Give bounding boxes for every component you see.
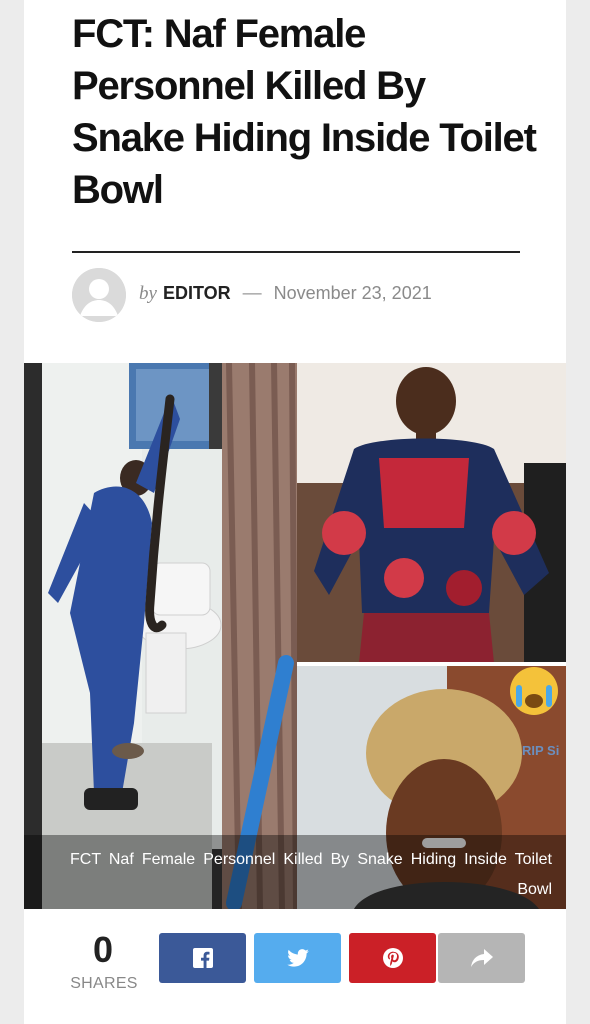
facebook-icon xyxy=(192,948,213,968)
share-count: 0 xyxy=(92,929,114,970)
publish-date: November 23, 2021 xyxy=(273,283,432,303)
title-divider xyxy=(72,251,520,253)
share-arrow-icon xyxy=(470,949,493,967)
byline-prefix: by xyxy=(139,283,157,304)
pinterest-share-button[interactable] xyxy=(349,933,436,983)
user-silhouette-icon xyxy=(72,268,126,322)
more-share-button[interactable] xyxy=(438,933,525,983)
featured-photo-collage: RIP Si xyxy=(24,363,566,909)
featured-image[interactable]: RIP Si FCT Naf Female Personnel Killed B… xyxy=(24,363,566,909)
byline: by EDITOR — November 23, 2021 xyxy=(139,283,432,305)
rip-overlay-text: RIP Si xyxy=(522,743,559,758)
share-count-label: SHARES xyxy=(70,975,138,992)
twitter-share-button[interactable] xyxy=(254,933,341,983)
author-avatar[interactable] xyxy=(72,268,126,322)
byline-separator: — xyxy=(242,283,262,304)
image-caption: FCT Naf Female Personnel Killed By Snake… xyxy=(70,851,552,898)
author-link[interactable]: EDITOR xyxy=(163,283,231,303)
pinterest-icon xyxy=(382,948,403,968)
article-card: FCT: Naf Female Personnel Killed By Snak… xyxy=(24,0,566,1024)
article-title: FCT: Naf Female Personnel Killed By Snak… xyxy=(72,12,537,212)
twitter-icon xyxy=(286,949,309,967)
facebook-share-button[interactable] xyxy=(159,933,246,983)
